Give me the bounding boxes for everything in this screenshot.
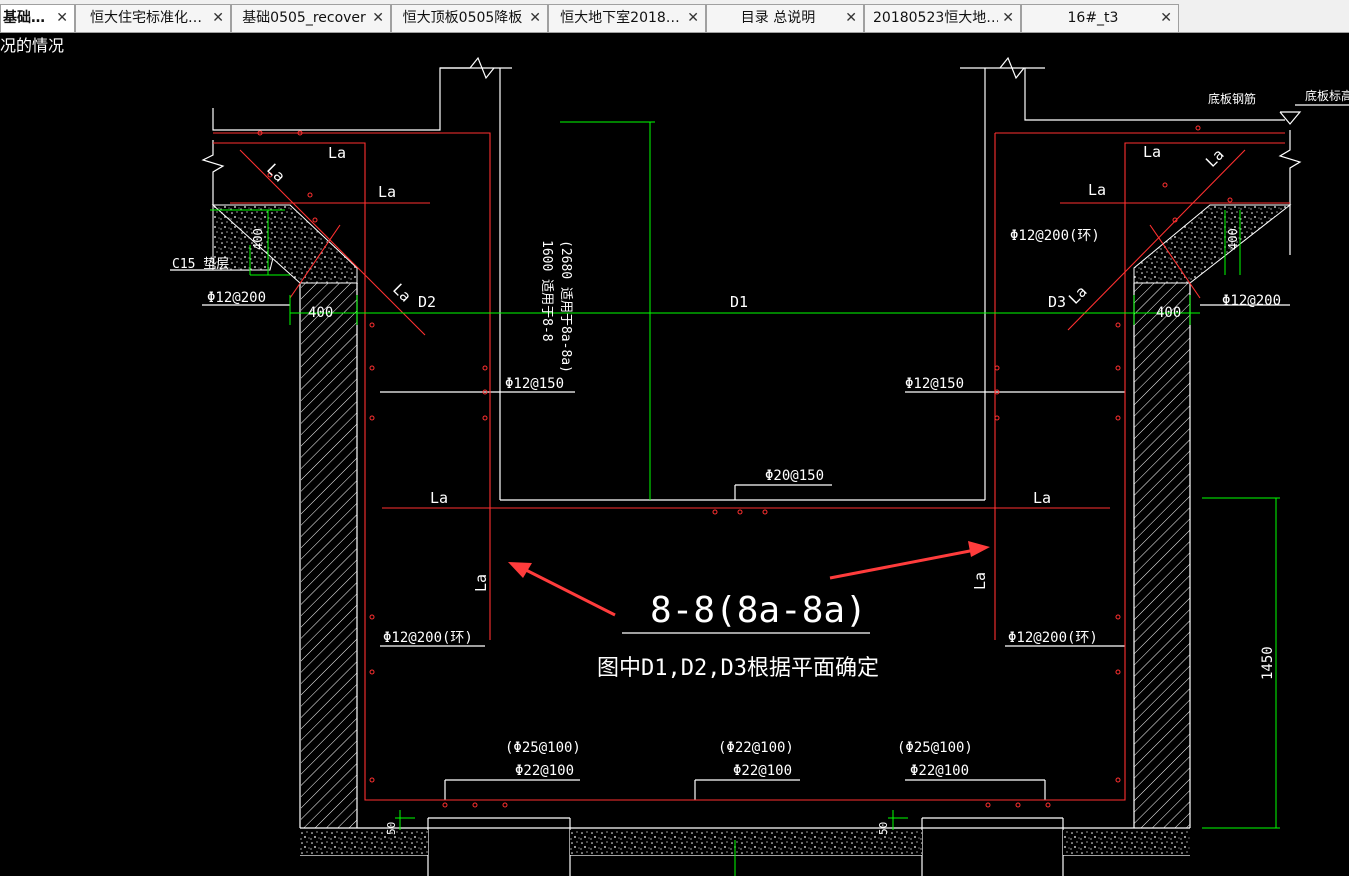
tab-label: 恒大住宅标准化… bbox=[90, 10, 202, 26]
tab-foundation[interactable]: 基础… ✕ bbox=[0, 4, 75, 32]
tab-16-t3[interactable]: 16#_t3 ✕ bbox=[1021, 4, 1179, 32]
bottom-cushion-mid bbox=[570, 830, 922, 855]
tab-foundation-recover[interactable]: 基础0505_recover ✕ bbox=[231, 4, 391, 32]
label-la: La bbox=[328, 144, 346, 162]
label-la: La bbox=[1143, 143, 1161, 161]
rebar-label: Φ22@100 bbox=[910, 763, 969, 779]
close-icon[interactable]: ✕ bbox=[1160, 5, 1172, 31]
rebar-label: (Φ22@100) bbox=[718, 740, 794, 756]
dim-50-right: 50 bbox=[877, 822, 890, 835]
tab-label: 20180523恒大地… bbox=[873, 10, 998, 26]
tab-label: 目录 总说明 bbox=[740, 10, 816, 26]
dim-50-left: 50 bbox=[385, 822, 398, 835]
tab-roof-slab[interactable]: 恒大顶板0505降板 ✕ bbox=[391, 4, 548, 32]
close-icon[interactable]: ✕ bbox=[845, 5, 857, 31]
right-cushion bbox=[1133, 204, 1292, 284]
right-wall-hatch bbox=[1134, 283, 1190, 828]
label-la: La bbox=[472, 574, 490, 592]
section-note: 图中D1,D2,D3根据平面确定 bbox=[597, 656, 879, 681]
label-la: La bbox=[389, 280, 415, 306]
rebar-label: (Φ25@100) bbox=[897, 740, 973, 756]
left-wall-hatch bbox=[301, 283, 357, 828]
rebar-label: Φ12@200(环) bbox=[1010, 228, 1100, 244]
bottom-cushion-left bbox=[300, 830, 428, 855]
tab-contents[interactable]: 目录 总说明 ✕ bbox=[706, 4, 864, 32]
slab-rebar-label: 底板钢筋 bbox=[1208, 91, 1256, 106]
label-la: La bbox=[378, 183, 396, 201]
section-title: 8-8(8a-8a) bbox=[650, 590, 867, 631]
c15-cushion-label: C15 垫层 bbox=[172, 256, 229, 272]
tab-label: 恒大地下室2018… bbox=[560, 10, 680, 26]
tab-evergrande-residential-standard[interactable]: 恒大住宅标准化… ✕ bbox=[75, 4, 231, 32]
label-la: La bbox=[1065, 282, 1091, 308]
close-icon[interactable]: ✕ bbox=[1002, 5, 1014, 31]
tab-label: 恒大顶板0505降板 bbox=[402, 10, 523, 26]
document-tab-bar: 基础… ✕ 恒大住宅标准化… ✕ 基础0505_recover ✕ 恒大顶板0505降… bbox=[0, 0, 1349, 33]
label-d2: D2 bbox=[418, 293, 436, 311]
rebar-label: Φ12@200(环) bbox=[383, 630, 473, 646]
drawing-canvas[interactable]: 况的情况 La La La La La La La La La La La La… bbox=[0, 33, 1349, 876]
height-note-1: 1600 适用于8-8 bbox=[539, 240, 554, 342]
rebar-label: Φ12@150 bbox=[905, 376, 964, 392]
dim-400-vertical-left: 400 bbox=[251, 228, 265, 250]
dim-400-left: 400 bbox=[308, 305, 333, 321]
label-la: La bbox=[430, 489, 448, 507]
label-la: La bbox=[263, 160, 289, 186]
tab-basement[interactable]: 恒大地下室2018… ✕ bbox=[548, 4, 706, 32]
close-icon[interactable]: ✕ bbox=[56, 5, 68, 31]
label-la: La bbox=[1033, 489, 1051, 507]
rebar-lines bbox=[213, 132, 1290, 801]
slab-level-label: 底板标高 bbox=[1305, 88, 1349, 103]
label-la: La bbox=[971, 572, 989, 590]
dim-1450: 1450 bbox=[1260, 646, 1276, 680]
dim-400-vertical-right: 400 bbox=[1226, 228, 1240, 250]
rebar-label: Φ12@200(环) bbox=[1008, 630, 1098, 646]
rebar-label: Φ12@200 bbox=[207, 290, 266, 306]
rebar-label: (Φ25@100) bbox=[505, 740, 581, 756]
tab-label: 16#_t3 bbox=[1067, 10, 1119, 26]
close-icon[interactable]: ✕ bbox=[529, 5, 541, 31]
tab-20180523[interactable]: 20180523恒大地… ✕ bbox=[864, 4, 1021, 32]
dim-400-right: 400 bbox=[1156, 305, 1181, 321]
tab-label: 基础0505_recover bbox=[242, 10, 366, 26]
rebar-label: Φ20@150 bbox=[765, 468, 824, 484]
rebar-label: Φ12@200 bbox=[1222, 293, 1281, 309]
tab-label: 基础… bbox=[3, 10, 45, 26]
close-icon[interactable]: ✕ bbox=[687, 5, 699, 31]
close-icon[interactable]: ✕ bbox=[212, 5, 224, 31]
label-d3: D3 bbox=[1048, 293, 1066, 311]
bottom-cushion-right bbox=[1063, 830, 1190, 855]
close-icon[interactable]: ✕ bbox=[372, 5, 384, 31]
label-la: La bbox=[1088, 181, 1106, 199]
rebar-label: Φ22@100 bbox=[515, 763, 574, 779]
label-d1: D1 bbox=[730, 293, 748, 311]
rebar-label: Φ12@150 bbox=[505, 376, 564, 392]
height-note-2: (2680 适用于8a-8a) bbox=[558, 240, 573, 373]
section-drawing: 况的情况 La La La La La La La La La La La La… bbox=[0, 36, 1349, 876]
label-la: La bbox=[1202, 145, 1228, 171]
rebar-label: Φ22@100 bbox=[733, 763, 792, 779]
corner-note: 况的情况 bbox=[0, 36, 64, 55]
